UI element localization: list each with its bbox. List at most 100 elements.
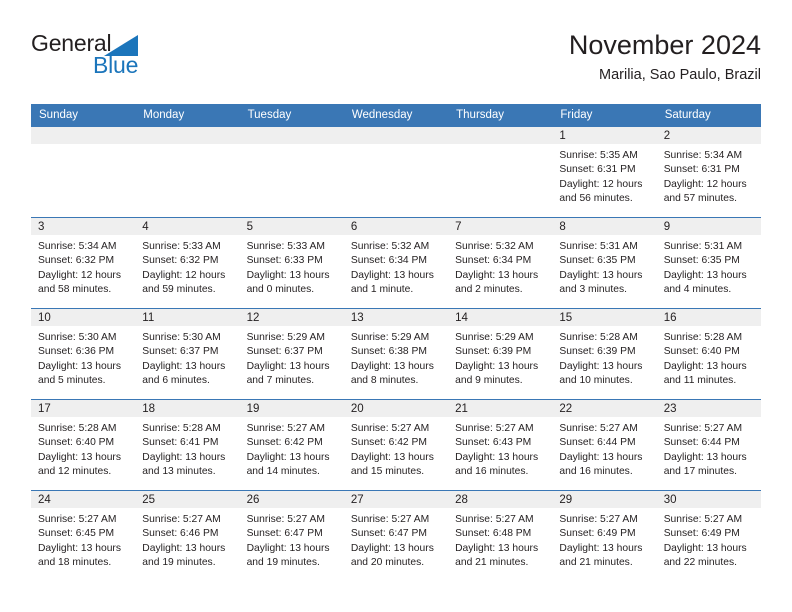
day-cell-inner: 11 Sunrise: 5:30 AM Sunset: 6:37 PM Dayligh…: [135, 309, 240, 399]
day-number: 5: [239, 218, 344, 235]
day-cell-inner: 25 Sunrise: 5:27 AM Sunset: 6:46 PM Dayligh…: [135, 491, 240, 581]
calendar-cell-empty: [31, 126, 136, 218]
general-blue-logo[interactable]: General Blue: [31, 30, 251, 88]
logo-text-blue: Blue: [93, 52, 139, 78]
day-cell-inner: 12 Sunrise: 5:29 AM Sunset: 6:37 PM Dayligh…: [239, 309, 344, 399]
calendar-day-cell[interactable]: 2 Sunrise: 5:34 AM Sunset: 6:31 PM Daylight…: [656, 126, 761, 218]
calendar-day-cell[interactable]: 28 Sunrise: 5:27 AM Sunset: 6:48 PM Dayligh…: [448, 490, 553, 581]
calendar-day-cell[interactable]: 16 Sunrise: 5:28 AM Sunset: 6:40 PM Dayligh…: [656, 308, 761, 400]
calendar-day-cell[interactable]: 29 Sunrise: 5:27 AM Sunset: 6:49 PM Dayligh…: [552, 490, 657, 581]
day-cell-inner: 15 Sunrise: 5:28 AM Sunset: 6:39 PM Dayligh…: [552, 309, 657, 399]
calendar-day-cell[interactable]: 21 Sunrise: 5:27 AM Sunset: 6:43 PM Dayligh…: [448, 399, 553, 491]
day-number: 25: [135, 491, 240, 508]
day-cell-inner: 14 Sunrise: 5:29 AM Sunset: 6:39 PM Dayligh…: [448, 309, 553, 399]
calendar-day-cell[interactable]: 15 Sunrise: 5:28 AM Sunset: 6:39 PM Dayligh…: [552, 308, 657, 400]
sunrise-text: Sunrise: 5:32 AM: [455, 241, 534, 252]
calendar-day-cell[interactable]: 20 Sunrise: 5:27 AM Sunset: 6:42 PM Dayligh…: [343, 399, 449, 491]
calendar-day-cell[interactable]: 23 Sunrise: 5:27 AM Sunset: 6:44 PM Dayligh…: [656, 399, 761, 491]
calendar-day-cell[interactable]: 6 Sunrise: 5:32 AM Sunset: 6:34 PM Daylight…: [343, 217, 449, 309]
calendar-day-cell[interactable]: 3 Sunrise: 5:34 AM Sunset: 6:32 PM Daylight…: [31, 217, 136, 309]
day-details: Sunrise: 5:27 AM Sunset: 6:47 PM Daylight:…: [344, 508, 448, 571]
day-cell-inner: 30 Sunrise: 5:27 AM Sunset: 6:49 PM Dayligh…: [656, 491, 761, 581]
calendar-day-cell[interactable]: 22 Sunrise: 5:27 AM Sunset: 6:44 PM Dayligh…: [552, 399, 657, 491]
day-cell-inner: 7 Sunrise: 5:32 AM Sunset: 6:34 PM Daylight…: [448, 218, 553, 308]
sunrise-text: Sunrise: 5:31 AM: [663, 241, 743, 252]
sunset-text: Sunset: 6:34 PM: [455, 255, 532, 267]
calendar-day-cell[interactable]: 24 Sunrise: 5:27 AM Sunset: 6:45 PM Dayligh…: [31, 490, 136, 581]
weekday-header-monday: Monday: [135, 104, 240, 127]
sunset-text: Sunset: 6:32 PM: [142, 255, 219, 267]
daylight-text-line2: and 5 minutes.: [38, 375, 106, 387]
sunset-text: Sunset: 6:37 PM: [142, 346, 219, 358]
calendar-day-cell[interactable]: 11 Sunrise: 5:30 AM Sunset: 6:37 PM Dayligh…: [135, 308, 240, 400]
day-cell-inner: 6 Sunrise: 5:32 AM Sunset: 6:34 PM Daylight…: [343, 218, 449, 308]
calendar-page: General Blue November 2024 Marilia, Sao …: [0, 0, 792, 612]
weekday-header-tuesday: Tuesday: [239, 104, 344, 127]
calendar-day-cell[interactable]: 8 Sunrise: 5:31 AM Sunset: 6:35 PM Daylight…: [552, 217, 657, 309]
sunrise-text: Sunrise: 5:27 AM: [350, 423, 430, 434]
calendar-week-row: 3 Sunrise: 5:34 AM Sunset: 6:32 PM Daylight…: [31, 217, 761, 309]
calendar-day-cell[interactable]: 4 Sunrise: 5:33 AM Sunset: 6:32 PM Daylight…: [135, 217, 240, 309]
sunset-text: Sunset: 6:43 PM: [455, 437, 532, 449]
sunrise-text: Sunrise: 5:29 AM: [455, 332, 534, 343]
daylight-text-line2: and 11 minutes.: [663, 375, 737, 387]
day-details: Sunrise: 5:27 AM Sunset: 6:43 PM Daylight:…: [448, 417, 552, 480]
calendar-day-cell[interactable]: 13 Sunrise: 5:29 AM Sunset: 6:38 PM Dayligh…: [343, 308, 449, 400]
calendar-week-row: 24 Sunrise: 5:27 AM Sunset: 6:45 PM Dayligh…: [31, 490, 761, 581]
sunset-text: Sunset: 6:37 PM: [246, 346, 323, 358]
day-details: Sunrise: 5:27 AM Sunset: 6:42 PM Daylight:…: [240, 417, 344, 480]
daylight-text-line1: Daylight: 13 hours: [455, 360, 539, 372]
day-details: Sunrise: 5:29 AM Sunset: 6:37 PM Daylight:…: [240, 326, 344, 389]
day-details: Sunrise: 5:29 AM Sunset: 6:39 PM Daylight:…: [448, 326, 552, 389]
calendar-day-cell[interactable]: 10 Sunrise: 5:30 AM Sunset: 6:36 PM Dayligh…: [31, 308, 136, 400]
calendar-day-cell[interactable]: 27 Sunrise: 5:27 AM Sunset: 6:47 PM Dayligh…: [343, 490, 449, 581]
calendar-day-cell[interactable]: 7 Sunrise: 5:32 AM Sunset: 6:34 PM Daylight…: [448, 217, 553, 309]
day-cell-inner: 2 Sunrise: 5:34 AM Sunset: 6:31 PM Daylight…: [656, 127, 761, 217]
daylight-text-line1: Daylight: 13 hours: [559, 360, 643, 372]
day-cell-inner: 9 Sunrise: 5:31 AM Sunset: 6:35 PM Daylight…: [656, 218, 761, 308]
sunrise-text: Sunrise: 5:35 AM: [559, 150, 638, 161]
day-number: 9: [656, 218, 761, 235]
calendar-day-cell[interactable]: 5 Sunrise: 5:33 AM Sunset: 6:33 PM Daylight…: [239, 217, 344, 309]
calendar-cell-empty: [343, 126, 449, 218]
daylight-text-line2: and 9 minutes.: [455, 375, 523, 387]
day-number: 3: [31, 218, 136, 235]
sunrise-text: Sunrise: 5:31 AM: [559, 241, 638, 252]
calendar-day-cell[interactable]: 12 Sunrise: 5:29 AM Sunset: 6:37 PM Dayligh…: [239, 308, 344, 400]
day-number: [239, 127, 344, 144]
calendar-day-cell[interactable]: 25 Sunrise: 5:27 AM Sunset: 6:46 PM Dayligh…: [135, 490, 240, 581]
calendar-day-cell[interactable]: 1 Sunrise: 5:35 AM Sunset: 6:31 PM Daylight…: [552, 126, 657, 218]
sunrise-text: Sunrise: 5:27 AM: [142, 514, 221, 525]
calendar-day-cell[interactable]: 19 Sunrise: 5:27 AM Sunset: 6:42 PM Dayligh…: [239, 399, 344, 491]
sunrise-text: Sunrise: 5:28 AM: [663, 332, 743, 343]
day-cell-inner: 18 Sunrise: 5:28 AM Sunset: 6:41 PM Dayligh…: [135, 400, 240, 490]
day-number: 7: [448, 218, 553, 235]
daylight-text-line1: Daylight: 13 hours: [246, 269, 330, 281]
day-number: 8: [552, 218, 657, 235]
calendar-week-row: 10 Sunrise: 5:30 AM Sunset: 6:36 PM Dayligh…: [31, 308, 761, 400]
calendar-week-row: 17 Sunrise: 5:28 AM Sunset: 6:40 PM Dayligh…: [31, 399, 761, 491]
weekday-header-saturday: Saturday: [656, 104, 761, 127]
sunset-text: Sunset: 6:39 PM: [455, 346, 532, 358]
daylight-text-line2: and 10 minutes.: [559, 375, 633, 387]
calendar-day-cell[interactable]: 9 Sunrise: 5:31 AM Sunset: 6:35 PM Daylight…: [656, 217, 761, 309]
day-details: Sunrise: 5:27 AM Sunset: 6:42 PM Daylight:…: [344, 417, 448, 480]
day-number: 28: [448, 491, 553, 508]
calendar-day-cell[interactable]: 17 Sunrise: 5:28 AM Sunset: 6:40 PM Dayligh…: [31, 399, 136, 491]
day-number: 10: [31, 309, 136, 326]
calendar-day-cell[interactable]: 14 Sunrise: 5:29 AM Sunset: 6:39 PM Dayligh…: [448, 308, 553, 400]
calendar-day-cell[interactable]: 26 Sunrise: 5:27 AM Sunset: 6:47 PM Dayligh…: [239, 490, 344, 581]
daylight-text-line1: Daylight: 13 hours: [663, 451, 747, 463]
daylight-text-line2: and 21 minutes.: [455, 557, 529, 569]
day-number: 29: [552, 491, 657, 508]
daylight-text-line2: and 19 minutes.: [142, 557, 216, 569]
daylight-text-line2: and 21 minutes.: [559, 557, 633, 569]
weekday-header-friday: Friday: [552, 104, 657, 127]
daylight-text-line2: and 0 minutes.: [246, 284, 315, 296]
daylight-text-line1: Daylight: 13 hours: [350, 269, 434, 281]
calendar-day-cell[interactable]: 18 Sunrise: 5:28 AM Sunset: 6:41 PM Dayligh…: [135, 399, 240, 491]
day-number: 14: [448, 309, 553, 326]
daylight-text-line1: Daylight: 13 hours: [455, 451, 539, 463]
sunrise-text: Sunrise: 5:27 AM: [38, 514, 117, 525]
calendar-day-cell[interactable]: 30 Sunrise: 5:27 AM Sunset: 6:49 PM Dayligh…: [656, 490, 761, 581]
